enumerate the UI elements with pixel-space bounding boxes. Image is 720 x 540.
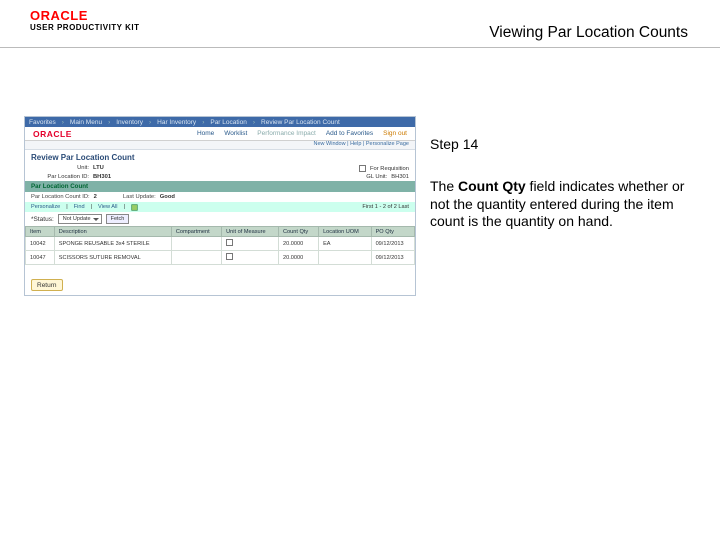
detail-label: Par Location Count ID: xyxy=(31,194,90,200)
detail-row: Par Location Count ID: 2 Last Update: Good xyxy=(25,192,415,202)
cell-poqty: 09/12/2013 xyxy=(371,237,414,251)
for-requisition-checkbox[interactable] xyxy=(359,165,366,172)
step-number: Step 14 xyxy=(430,136,695,152)
cell-luom: EA xyxy=(319,237,372,251)
kv-label: Par Location ID: xyxy=(31,174,93,180)
cell-poqty: 09/12/2013 xyxy=(371,251,414,265)
fav-link[interactable]: Add to Favorites xyxy=(326,130,373,137)
uom-checkbox[interactable] xyxy=(226,253,233,260)
pager-text[interactable]: First 1 - 2 of 2 Last xyxy=(362,204,409,210)
cell-comp xyxy=(171,251,221,265)
kv-row: Unit: LTU For Requisition xyxy=(25,164,415,173)
breadcrumb-bar: Favorites› Main Menu› Inventory› Har Inv… xyxy=(25,117,415,127)
table-row: 10047 SCISSORS SUTURE REMOVAL 20.0000 09… xyxy=(26,251,415,265)
cell-item: 10042 xyxy=(26,237,55,251)
inner-page-title: Review Par Location Count xyxy=(25,150,415,164)
app-screenshot-thumbnail: Favorites› Main Menu› Inventory› Har Inv… xyxy=(24,116,416,296)
cell-uom xyxy=(222,237,279,251)
status-select[interactable]: Not Update xyxy=(58,214,102,224)
col-comp[interactable]: Compartment xyxy=(171,227,221,237)
util-links[interactable]: New Window | Help | Personalize Page xyxy=(314,141,410,147)
cell-desc: SPONGE REUSABLE 3x4 STERILE xyxy=(54,237,171,251)
breadcrumb-item[interactable]: Favorites xyxy=(29,119,56,126)
breadcrumb-item[interactable]: Inventory xyxy=(116,119,143,126)
cell-qty: 20.0000 xyxy=(278,251,318,265)
kv-label: Unit: xyxy=(31,165,93,172)
app-brand: ORACLE xyxy=(25,129,80,139)
util-bar: New Window | Help | Personalize Page xyxy=(25,141,415,150)
app-header: ORACLE Home Worklist Performance Impact … xyxy=(25,127,415,141)
step-body-prefix: The xyxy=(430,178,458,194)
step-body: The Count Qty field indicates whether or… xyxy=(430,178,695,231)
detail-value: Good xyxy=(160,194,175,200)
step-panel: Step 14 The Count Qty field indicates wh… xyxy=(430,136,695,231)
header-links: Home Worklist Performance Impact Add to … xyxy=(197,130,415,137)
upk-logo: ORACLE USER PRODUCTIVITY KIT xyxy=(30,8,139,32)
kv-row: Par Location ID: BH301 GL Unit: BH301 xyxy=(25,173,415,181)
fetch-button[interactable]: Fetch xyxy=(106,214,130,224)
col-countqty[interactable]: Count Qty xyxy=(278,227,318,237)
status-label: *Status: xyxy=(31,216,54,223)
return-button[interactable]: Return xyxy=(31,279,63,291)
kv-value: BH301 xyxy=(93,174,111,180)
personalize-link[interactable]: Personalize xyxy=(31,204,60,210)
cell-item: 10047 xyxy=(26,251,55,265)
col-item[interactable]: Item xyxy=(26,227,55,237)
cell-desc: SCISSORS SUTURE REMOVAL xyxy=(54,251,171,265)
breadcrumb-item[interactable]: Par Location xyxy=(210,119,247,126)
kv-extra-v: BH301 xyxy=(391,174,409,180)
detail-label: Last Update: xyxy=(123,194,156,200)
home-link[interactable]: Home xyxy=(197,130,214,137)
kv-extra-k: GL Unit: xyxy=(366,174,387,180)
thumb-footer: Return xyxy=(25,265,415,295)
table-row: 10042 SPONGE REUSABLE 3x4 STERILE 20.000… xyxy=(26,237,415,251)
kv-aux-label: For Requisition xyxy=(370,166,409,172)
col-desc[interactable]: Description xyxy=(54,227,171,237)
breadcrumb-item[interactable]: Main Menu xyxy=(70,119,102,126)
section-header: Par Location Count xyxy=(25,181,415,192)
page-header: ORACLE USER PRODUCTIVITY KIT Viewing Par… xyxy=(0,0,720,48)
breadcrumb-item[interactable]: Har Inventory xyxy=(157,119,196,126)
viewall-link[interactable]: View All xyxy=(98,204,118,210)
uom-checkbox[interactable] xyxy=(226,239,233,246)
worklist-link[interactable]: Worklist xyxy=(224,130,247,137)
col-luom[interactable]: Location UOM xyxy=(319,227,372,237)
download-icon[interactable] xyxy=(131,204,138,211)
count-grid: Item Description Compartment Unit of Mea… xyxy=(25,226,415,265)
cell-uom xyxy=(222,251,279,265)
cell-qty: 20.0000 xyxy=(278,237,318,251)
col-uom[interactable]: Unit of Measure xyxy=(222,227,279,237)
find-link[interactable]: Find xyxy=(74,204,85,210)
cell-luom xyxy=(319,251,372,265)
breadcrumb-item[interactable]: Review Par Location Count xyxy=(261,119,340,126)
col-poqty[interactable]: PO Qty xyxy=(371,227,414,237)
detail-value: 2 xyxy=(94,194,97,200)
kv-value: LTU xyxy=(93,165,104,172)
grid-toolbar: Personalize | Find | View All | First 1 … xyxy=(25,202,415,212)
brand-sub: USER PRODUCTIVITY KIT xyxy=(30,23,139,32)
signout-link[interactable]: Sign out xyxy=(383,130,407,137)
status-row: *Status: Not Update Fetch xyxy=(25,212,415,226)
perf-link[interactable]: Performance Impact xyxy=(257,130,316,137)
brand-text: ORACLE xyxy=(30,8,139,23)
cell-comp xyxy=(171,237,221,251)
step-body-bold: Count Qty xyxy=(458,178,526,194)
page-title: Viewing Par Location Counts xyxy=(489,24,688,42)
